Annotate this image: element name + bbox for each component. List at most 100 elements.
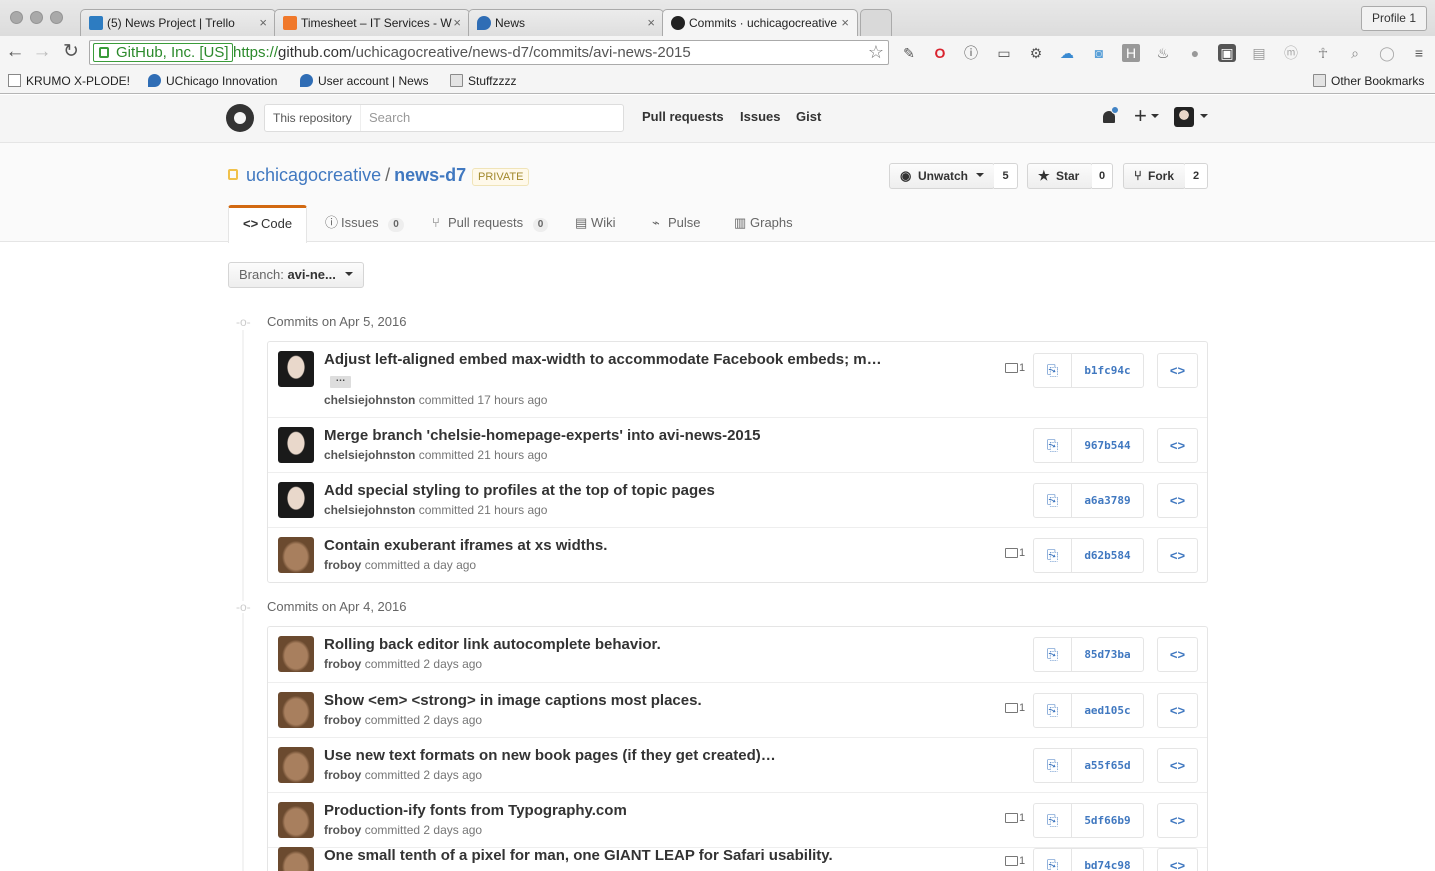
camera-icon[interactable]: ◙ (1090, 44, 1108, 62)
branch-select-button[interactable]: Branch: avi-ne... (228, 262, 365, 288)
commit-sha-link[interactable]: bd74c98 (1072, 849, 1143, 871)
clipboard-copy-icon[interactable]: ⎘ (1034, 638, 1072, 671)
author-avatar[interactable] (278, 747, 314, 783)
drupal-extension-icon[interactable]: ♨ (1154, 44, 1172, 62)
minimize-window-button[interactable] (30, 11, 43, 24)
zoom-window-button[interactable] (50, 11, 63, 24)
profile-button[interactable]: Profile 1 (1360, 6, 1427, 31)
commit-title-link[interactable]: Contain exuberant iframes at xs widths. (324, 537, 607, 554)
browser-tab-commits[interactable]: Commits · uchicagocreative × (662, 9, 858, 36)
browser-tab-timesheet[interactable]: Timesheet – IT Services - W × (274, 9, 470, 36)
commit-author-link[interactable]: froboy (324, 657, 361, 671)
tab-graphs[interactable]: ▥ Graphs (732, 205, 793, 243)
ssl-badge[interactable]: GitHub, Inc. [US] (93, 43, 233, 62)
tab-pulse[interactable]: ⌁ Pulse (650, 205, 701, 243)
browse-tree-button[interactable]: <> (1157, 428, 1198, 463)
browse-tree-button[interactable]: <> (1157, 637, 1198, 672)
window-extension-icon[interactable]: ▣ (1218, 44, 1236, 62)
dot-extension-icon[interactable]: ● (1186, 44, 1204, 62)
comment-count-link[interactable]: 1 (1005, 547, 1025, 560)
opera-icon[interactable]: O (931, 44, 949, 62)
clipboard-copy-icon[interactable]: ⎘ (1034, 484, 1072, 517)
cloud-icon[interactable]: ☁ (1058, 44, 1076, 62)
eyedropper-icon[interactable]: ✎ (900, 44, 918, 62)
chevron-down-icon[interactable] (1151, 114, 1159, 122)
bookmark-uchicago-innovation[interactable]: UChicago Innovation (148, 73, 277, 89)
browse-tree-button[interactable]: <> (1157, 748, 1198, 783)
commit-author-link[interactable]: chelsiejohnston (324, 503, 415, 517)
m-extension-icon[interactable]: ⓜ (1282, 44, 1300, 62)
settings-gear-icon[interactable]: ⚙ (1027, 44, 1045, 62)
css-extension-icon[interactable]: ▤ (1250, 44, 1268, 62)
author-avatar[interactable] (278, 537, 314, 573)
commit-author-link[interactable]: froboy (324, 768, 361, 782)
browse-tree-button[interactable]: <> (1157, 803, 1198, 838)
browse-tree-button[interactable]: <> (1157, 538, 1198, 573)
commit-title-link[interactable]: Use new text formats on new book pages (… (324, 747, 776, 764)
unwatch-button[interactable]: ◉ Unwatch (889, 163, 995, 189)
commit-title-link[interactable]: Show <em> <strong> in image captions mos… (324, 692, 702, 709)
search-input[interactable]: Search (369, 105, 410, 131)
close-tab-icon[interactable]: × (453, 10, 461, 36)
stargazers-count[interactable]: 0 (1092, 163, 1113, 189)
commit-author-link[interactable]: chelsiejohnston (324, 393, 415, 407)
commit-author-link[interactable]: chelsiejohnston (324, 448, 415, 462)
commit-title-link[interactable]: Rolling back editor link autocomplete be… (324, 636, 661, 653)
browse-tree-button[interactable]: <> (1157, 693, 1198, 728)
menu-hamburger-icon[interactable]: ≡ (1410, 44, 1428, 62)
author-avatar[interactable] (278, 351, 314, 387)
commit-sha-link[interactable]: aed105c (1072, 694, 1143, 727)
harvest-extension-icon[interactable]: H (1122, 44, 1140, 62)
commit-sha-link[interactable]: 85d73ba (1072, 638, 1143, 671)
browse-tree-button[interactable]: <> (1157, 848, 1198, 871)
commit-sha-link[interactable]: 967b544 (1072, 429, 1143, 462)
onepassword-icon[interactable]: ⓘ (962, 44, 980, 62)
create-new-plus-icon[interactable]: + (1134, 104, 1147, 128)
user-avatar[interactable] (1174, 107, 1194, 127)
repo-name-link[interactable]: news-d7 (394, 165, 466, 185)
bookmark-star-icon[interactable]: ☆ (868, 41, 884, 64)
bookmark-user-account[interactable]: User account | News (300, 73, 429, 89)
clipboard-copy-icon[interactable]: ⎘ (1034, 749, 1072, 782)
browse-tree-button[interactable]: <> (1157, 483, 1198, 518)
comment-count-link[interactable]: 1 (1005, 362, 1025, 375)
forward-icon[interactable]: → (31, 41, 53, 63)
notification-bell-icon[interactable] (1102, 106, 1119, 125)
nav-gist[interactable]: Gist (796, 109, 821, 124)
commit-sha-link[interactable]: b1fc94c (1072, 354, 1143, 387)
back-icon[interactable]: ← (4, 41, 26, 63)
chevron-down-icon[interactable] (1200, 114, 1208, 122)
author-avatar[interactable] (278, 636, 314, 672)
tab-issues[interactable]: ⓘ Issues 0 (323, 205, 404, 243)
clipboard-copy-icon[interactable]: ⎘ (1034, 804, 1072, 837)
commit-sha-link[interactable]: d62b584 (1072, 539, 1143, 572)
tab-code[interactable]: <> Code (228, 205, 308, 243)
watchers-count[interactable]: 5 (994, 163, 1018, 189)
clipboard-copy-icon[interactable]: ⎘ (1034, 354, 1072, 387)
tab-wiki[interactable]: ▤ Wiki (573, 205, 616, 243)
close-window-button[interactable] (10, 11, 23, 24)
author-avatar[interactable] (278, 847, 314, 871)
commit-author-link[interactable]: froboy (324, 558, 361, 572)
comment-count-link[interactable]: 1 (1005, 855, 1025, 868)
nav-pull-requests[interactable]: Pull requests (642, 109, 724, 124)
bookmark-krumo[interactable]: KRUMO X-PLODE! (8, 73, 130, 89)
nav-issues[interactable]: Issues (740, 109, 780, 124)
author-avatar[interactable] (278, 427, 314, 463)
commit-title-link[interactable]: Adjust left-aligned embed max-width to a… (324, 351, 882, 368)
browse-tree-button[interactable]: <> (1157, 353, 1198, 388)
cast-icon[interactable]: ▭ (995, 44, 1013, 62)
author-avatar[interactable] (278, 482, 314, 518)
reload-icon[interactable]: ↻ (60, 41, 82, 63)
clipboard-copy-icon[interactable]: ⎘ (1034, 694, 1072, 727)
browser-tab-news[interactable]: News × (468, 9, 664, 36)
other-bookmarks-folder[interactable]: Other Bookmarks (1313, 73, 1424, 89)
star-button[interactable]: ★ Star (1027, 163, 1093, 189)
fork-button[interactable]: ⑂ Fork (1123, 163, 1186, 189)
address-bar[interactable]: GitHub, Inc. [US] https://github.com/uch… (89, 40, 889, 65)
commit-author-link[interactable]: froboy (324, 713, 361, 727)
circle-extension-icon[interactable]: ◯ (1378, 44, 1396, 62)
comment-count-link[interactable]: 1 (1005, 812, 1025, 825)
close-tab-icon[interactable]: × (647, 10, 655, 36)
inspect-extension-icon[interactable]: ⌕ (1346, 44, 1364, 62)
